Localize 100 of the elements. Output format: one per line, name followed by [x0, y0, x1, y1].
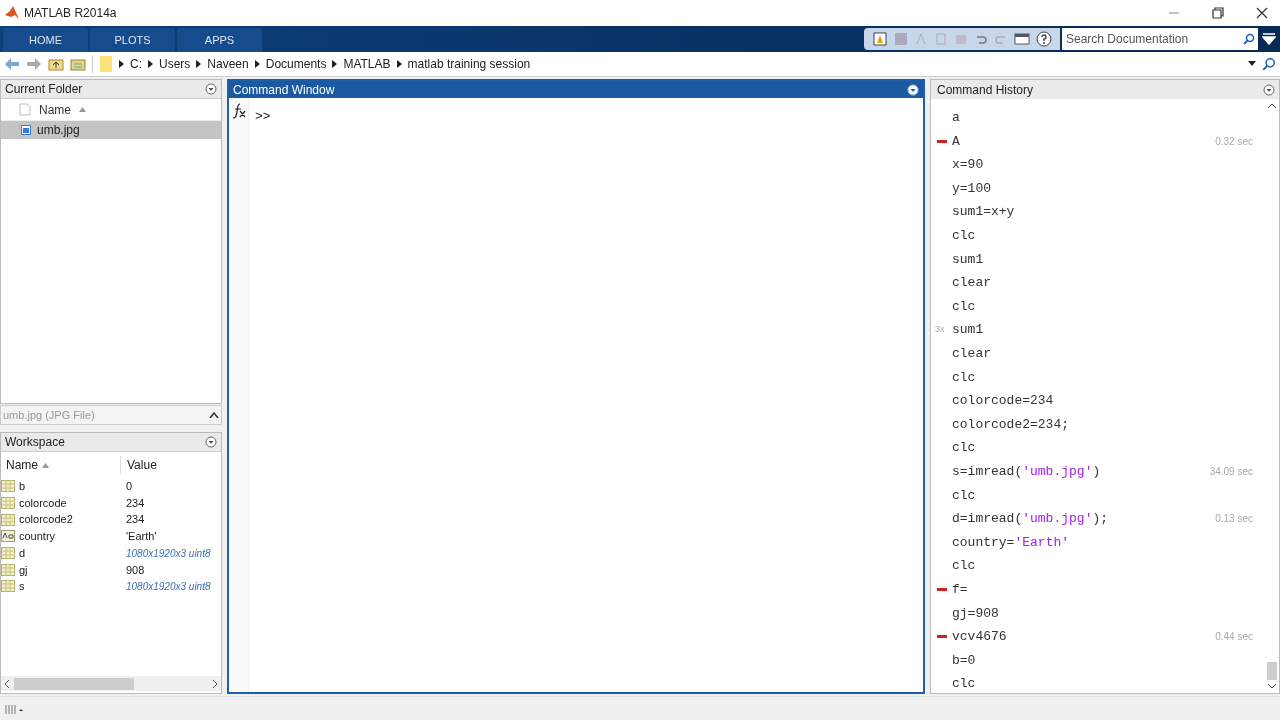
- file-row[interactable]: umb.jpg: [1, 121, 221, 139]
- matrix-icon: [1, 480, 15, 493]
- scroll-up-icon[interactable]: [1268, 103, 1276, 108]
- scroll-left-icon[interactable]: [5, 679, 10, 688]
- history-command[interactable]: clc: [952, 296, 976, 317]
- variable-name[interactable]: colorcode2: [19, 511, 126, 528]
- history-command[interactable]: vcv4676: [952, 627, 1007, 647]
- history-command[interactable]: clc: [952, 438, 976, 458]
- history-command[interactable]: clc: [952, 367, 976, 388]
- history-command[interactable]: y=100: [952, 178, 991, 199]
- ribbon-tab[interactable]: APPS: [177, 28, 262, 52]
- matrix-icon: [1, 513, 15, 526]
- path-segment[interactable]: matlab training session: [407, 55, 531, 73]
- history-command[interactable]: clear: [952, 273, 991, 293]
- search-field[interactable]: Search Documentation: [1062, 28, 1240, 50]
- command-prompt: >>: [255, 109, 271, 124]
- restore-icon[interactable]: [1212, 7, 1224, 19]
- column-header[interactable]: Value: [121, 456, 157, 474]
- history-command[interactable]: sum1=x+y: [952, 202, 1015, 222]
- path-segment[interactable]: Documents: [265, 55, 327, 73]
- path-separator-icon[interactable]: [332, 60, 338, 68]
- history-command[interactable]: A: [952, 131, 960, 152]
- search-icon[interactable]: [1262, 57, 1276, 71]
- path-segment[interactable]: MATLAB: [343, 55, 391, 73]
- history-command[interactable]: country='Earth': [952, 532, 1070, 553]
- history-command[interactable]: d=imread('umb.jpg');: [952, 509, 1109, 529]
- path-separator-icon[interactable]: [254, 60, 260, 68]
- execution-time: 0.13 sec: [1215, 512, 1253, 527]
- history-command[interactable]: s=imread('umb.jpg'): [952, 461, 1101, 482]
- panel-title: Current Folder: [5, 81, 83, 98]
- history-command[interactable]: b=0: [952, 650, 976, 671]
- history-command[interactable]: colorcode2=234;: [952, 414, 1070, 435]
- execution-time: 34.09 sec: [1209, 465, 1253, 480]
- path-separator-icon[interactable]: [396, 60, 402, 68]
- simulink-icon[interactable]: [872, 31, 888, 47]
- panel-menu-icon[interactable]: [205, 83, 217, 95]
- panel-menu-icon[interactable]: [205, 436, 217, 448]
- variable-name[interactable]: b: [19, 478, 126, 495]
- matrix-icon: [1, 547, 15, 560]
- column-header[interactable]: Name: [6, 456, 38, 474]
- history-command[interactable]: colorcode=234: [952, 391, 1054, 411]
- history-command[interactable]: clc: [952, 226, 976, 246]
- variable-value: 234: [126, 512, 145, 528]
- history-command[interactable]: clc: [952, 674, 976, 694]
- panel-menu-icon[interactable]: [907, 83, 919, 96]
- variable-name[interactable]: gj: [19, 561, 126, 579]
- history-command[interactable]: f=: [952, 579, 968, 600]
- history-command[interactable]: clc: [952, 485, 976, 506]
- image-file-icon: [21, 125, 31, 135]
- variable-name[interactable]: colorcode: [19, 494, 126, 512]
- variable-value: 'Earth': [126, 529, 157, 545]
- history-command[interactable]: clc: [952, 556, 976, 576]
- window-icon[interactable]: [1014, 32, 1030, 46]
- horizontal-scrollbar[interactable]: [1, 676, 221, 691]
- history-command[interactable]: sum1: [952, 320, 984, 340]
- path-segment[interactable]: Naveen: [207, 55, 249, 73]
- panel-title: Workspace: [5, 434, 65, 451]
- scroll-right-icon[interactable]: [212, 679, 217, 688]
- dropdown-caret-icon[interactable]: [1248, 61, 1256, 67]
- scroll-down-icon[interactable]: [1268, 684, 1276, 689]
- history-command[interactable]: a: [952, 108, 960, 128]
- history-command[interactable]: gj=908: [952, 603, 999, 623]
- sort-arrow-icon[interactable]: [79, 107, 86, 112]
- path-separator-icon[interactable]: [196, 60, 202, 68]
- matrix-icon: [1, 580, 15, 593]
- path-segment[interactable]: Users: [159, 55, 191, 73]
- variable-value: 234: [126, 495, 145, 511]
- path-segment[interactable]: C:: [130, 55, 142, 73]
- function-browser-icon[interactable]: [230, 103, 247, 121]
- repeat-count: 3x: [935, 323, 945, 337]
- variable-value: 908: [126, 562, 145, 578]
- column-header[interactable]: Name: [39, 100, 71, 119]
- variable-value: 0: [126, 479, 133, 495]
- help-icon[interactable]: [1036, 31, 1052, 47]
- path-separator-icon[interactable]: [148, 60, 153, 68]
- variable-name[interactable]: d: [19, 544, 126, 562]
- variable-name[interactable]: country: [19, 528, 126, 545]
- close-icon[interactable]: [1256, 7, 1268, 19]
- history-command[interactable]: clear: [952, 344, 991, 364]
- scrollbar-thumb[interactable]: [14, 677, 134, 690]
- char-array-icon: [1, 530, 15, 543]
- variable-name[interactable]: s: [19, 578, 126, 595]
- scrollbar-thumb[interactable]: [1267, 662, 1277, 680]
- filter-icon[interactable]: [1262, 33, 1276, 45]
- history-command[interactable]: sum1: [952, 249, 984, 270]
- matrix-icon: [1, 497, 15, 510]
- window-title: MATLAB R2014a: [24, 5, 117, 22]
- panel-menu-icon[interactable]: [1263, 83, 1275, 96]
- ribbon-tab[interactable]: PLOTS: [90, 28, 175, 52]
- ribbon-tab[interactable]: HOME: [3, 28, 88, 52]
- path-separator-icon[interactable]: [119, 60, 124, 68]
- collapse-caret-icon[interactable]: [209, 412, 219, 418]
- file-icon: [19, 103, 31, 116]
- panel-title: Command Window: [233, 81, 335, 99]
- search-icon[interactable]: [1240, 28, 1258, 50]
- status-grip-icon[interactable]: [4, 702, 24, 715]
- folder-up-icon[interactable]: [48, 57, 64, 71]
- sort-arrow-icon[interactable]: [42, 462, 49, 468]
- matrix-icon: [1, 563, 15, 576]
- history-command[interactable]: x=90: [952, 155, 984, 175]
